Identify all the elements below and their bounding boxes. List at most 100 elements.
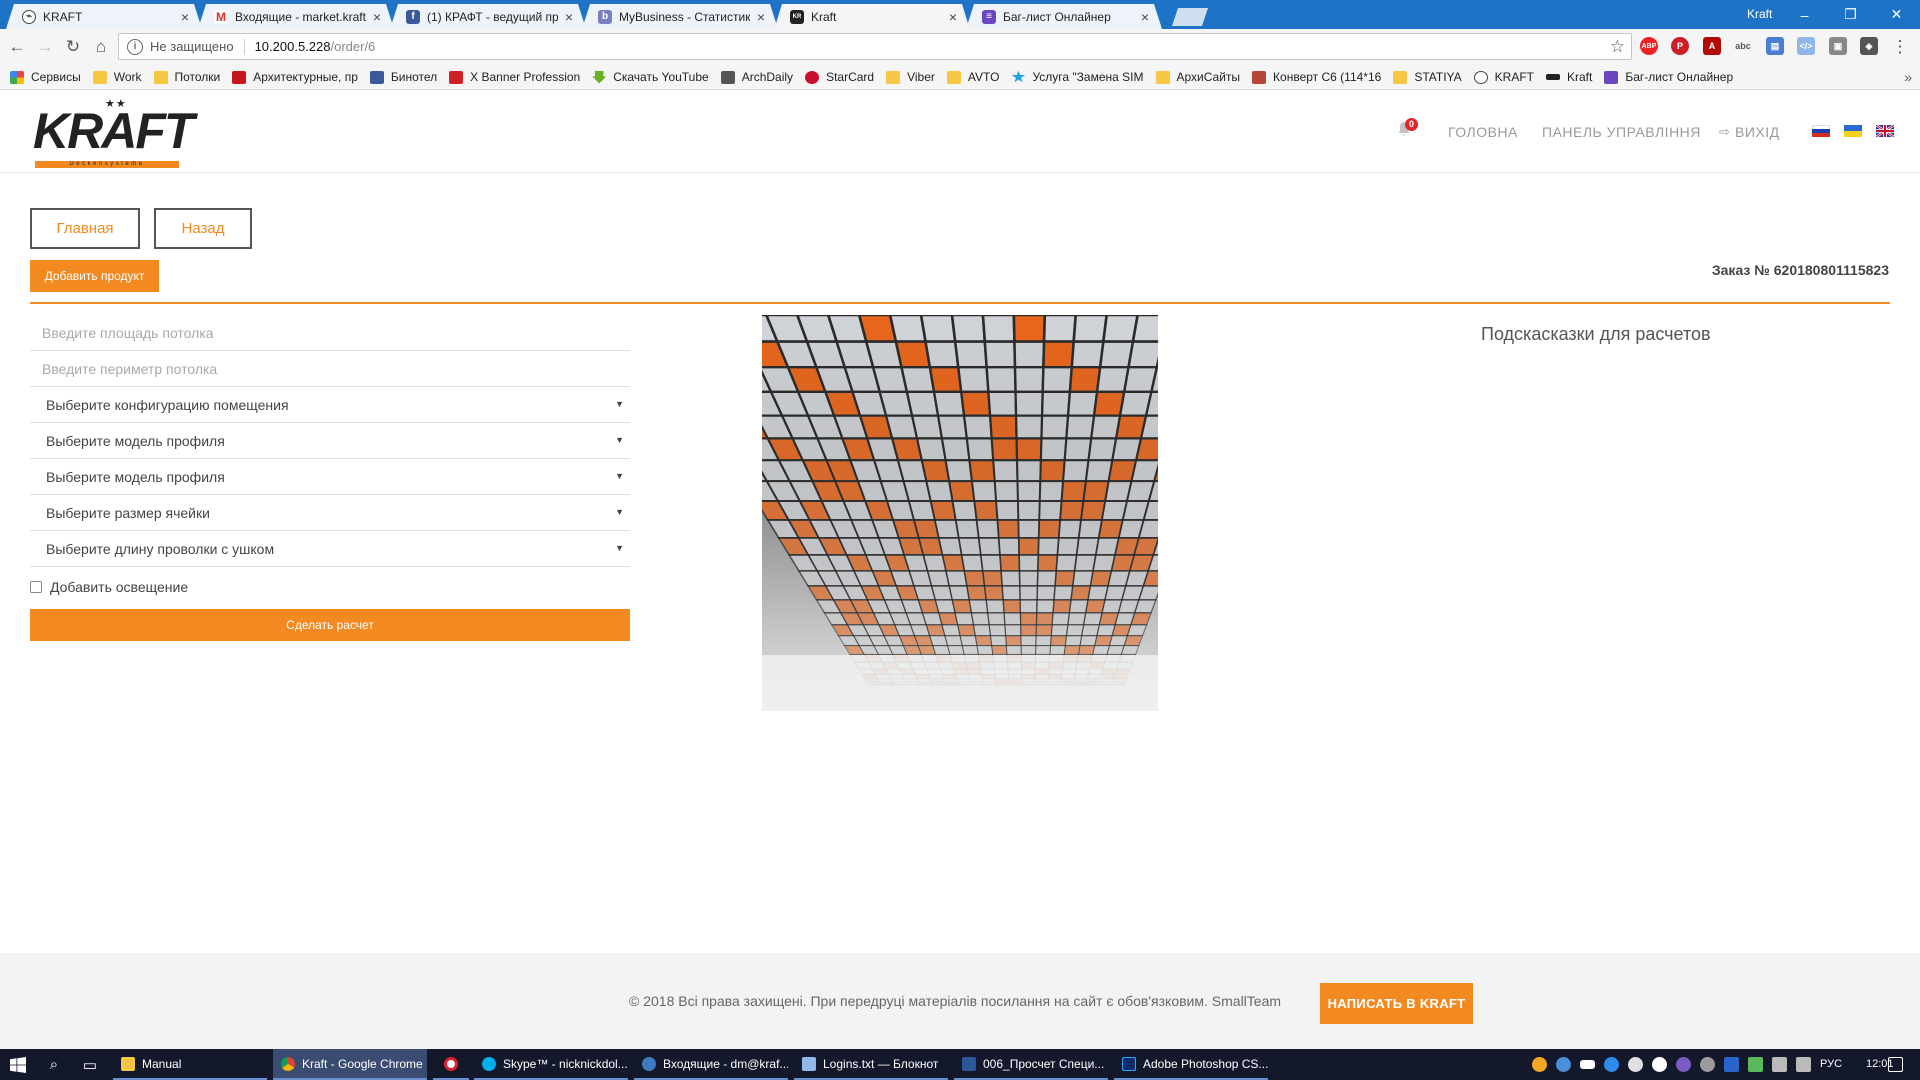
tray-app-icon[interactable]: [1700, 1057, 1715, 1072]
bookmark-item[interactable]: Viber: [886, 70, 935, 84]
taskbar-item-chrome[interactable]: Kraft - Google Chrome: [273, 1049, 427, 1080]
tray-app-icon[interactable]: [1748, 1057, 1763, 1072]
tray-app-icon[interactable]: [1532, 1057, 1547, 1072]
bookmark-item[interactable]: X Banner Profession: [449, 70, 580, 84]
info-icon[interactable]: i: [127, 38, 143, 55]
windows-start-icon[interactable]: [0, 1049, 36, 1080]
pdf-icon[interactable]: A: [1703, 37, 1721, 55]
menu-dots-icon[interactable]: ⋮: [1888, 35, 1912, 59]
taskbar-item-word[interactable]: 006_Просчет Специ...: [954, 1049, 1108, 1080]
chevron-right-icon[interactable]: »: [1904, 69, 1912, 85]
close-icon[interactable]: ×: [946, 9, 960, 25]
tray-app-icon[interactable]: [1724, 1057, 1739, 1072]
viber-icon[interactable]: [1676, 1057, 1691, 1072]
lighting-checkbox[interactable]: [30, 581, 42, 593]
close-icon[interactable]: ×: [1138, 9, 1152, 25]
bookmark-item[interactable]: Конверт С6 (114*16: [1252, 70, 1381, 84]
profile-model-select[interactable]: Выберите модель профиля ▼: [30, 459, 630, 495]
bookmark-item[interactable]: Work: [92, 70, 142, 84]
cell-size-select[interactable]: Выберите размер ячейки ▼: [30, 495, 630, 531]
bookmark-item[interactable]: Баг-лист Онлайнер: [1604, 70, 1733, 84]
network-icon[interactable]: [1772, 1057, 1787, 1072]
taskbar-item-opera[interactable]: [433, 1049, 469, 1080]
back-arrow-icon[interactable]: ←: [5, 35, 29, 59]
taskbar-item-photoshop[interactable]: Adobe Photoshop CS...: [1114, 1049, 1268, 1080]
close-icon[interactable]: ×: [562, 9, 576, 25]
tray-app-icon[interactable]: [1604, 1057, 1619, 1072]
tray-app-icon[interactable]: [1556, 1057, 1571, 1072]
lighting-checkbox-label[interactable]: Добавить освещение: [50, 579, 188, 595]
taskbar-item-manual[interactable]: Manual: [113, 1049, 267, 1080]
bookmark-item[interactable]: StarCard: [805, 70, 874, 84]
new-tab-button[interactable]: [1172, 8, 1208, 26]
restore-icon[interactable]: ❐: [1828, 0, 1873, 29]
flag-ua-icon[interactable]: [1844, 125, 1862, 137]
nav-logout-link[interactable]: ВИХІД: [1735, 124, 1780, 140]
bookmark-star-icon[interactable]: ☆: [1610, 37, 1625, 57]
nav-home-link[interactable]: ГОЛОВНА: [1448, 124, 1518, 140]
close-icon[interactable]: ×: [754, 9, 768, 25]
extension-icon[interactable]: ▤: [1766, 37, 1784, 55]
divider: [243, 38, 245, 55]
browser-tab[interactable]: f (1) КРАФТ - ведущий пр ×: [390, 4, 586, 29]
adblock-icon[interactable]: ABP: [1640, 37, 1658, 55]
bookmark-item[interactable]: Скачать YouTube: [592, 70, 709, 84]
bookmark-item[interactable]: KRAFT: [1473, 70, 1534, 84]
bookmark-item[interactable]: Потолки: [153, 70, 220, 84]
bookmark-item[interactable]: Сервисы: [10, 70, 81, 84]
bookmark-item[interactable]: Бинотел: [369, 70, 437, 84]
back-button[interactable]: Назад: [154, 208, 252, 249]
browser-tab[interactable]: M Входящие - market.kraft ×: [198, 4, 394, 29]
browser-tab-active[interactable]: KR Kraft ×: [774, 4, 970, 30]
browser-tab[interactable]: ⌁ KRAFT ×: [6, 4, 202, 29]
profile-name[interactable]: Kraft: [1747, 7, 1772, 21]
bookmark-item[interactable]: Услуга "Замена SIM: [1011, 70, 1144, 84]
flag-en-icon[interactable]: [1876, 125, 1894, 137]
cloud-icon[interactable]: [1580, 1060, 1595, 1069]
home-icon[interactable]: ⌂: [89, 35, 113, 59]
code-icon[interactable]: </>: [1797, 37, 1815, 55]
reload-icon[interactable]: ↻: [61, 35, 85, 59]
bookmark-item[interactable]: АрхиСайты: [1155, 70, 1240, 84]
minimize-icon[interactable]: –: [1782, 0, 1827, 29]
tray-app-icon[interactable]: [1628, 1057, 1643, 1072]
search-icon[interactable]: ⌕: [36, 1049, 72, 1080]
ceiling-perimeter-input[interactable]: Введите периметр потолка: [30, 351, 630, 387]
security-status[interactable]: Не защищено: [150, 39, 234, 54]
profile-model-select[interactable]: Выберите модель профиля ▼: [30, 423, 630, 459]
home-button[interactable]: Главная: [30, 208, 140, 249]
add-product-button[interactable]: Добавить продукт: [30, 260, 159, 292]
wire-length-select[interactable]: Выберите длину проволки с ушком ▼: [30, 531, 630, 567]
input-language[interactable]: РУС: [1820, 1058, 1842, 1070]
font-icon[interactable]: abc: [1734, 37, 1752, 55]
pinterest-icon[interactable]: P: [1671, 37, 1689, 55]
calculate-button[interactable]: Сделать расчет: [30, 609, 630, 641]
task-view-icon[interactable]: ▭: [72, 1049, 108, 1080]
forward-arrow-icon[interactable]: →: [33, 35, 57, 59]
close-icon[interactable]: ×: [370, 9, 384, 25]
bookmark-item[interactable]: STATIYA: [1393, 70, 1462, 84]
address-bar[interactable]: i Не защищено 10.200.5.228 /order/6 ☆: [118, 33, 1632, 60]
kraft-logo[interactable]: ★★ KRAFT Deckensysteme: [33, 97, 194, 168]
close-icon[interactable]: ×: [178, 9, 192, 25]
notifications-icon[interactable]: [1888, 1057, 1903, 1072]
nav-panel-link[interactable]: ПАНЕЛЬ УПРАВЛІННЯ: [1542, 124, 1701, 140]
info-icon[interactable]: [1652, 1057, 1667, 1072]
ceiling-area-input[interactable]: Введите площадь потолка: [30, 315, 630, 351]
write-to-kraft-button[interactable]: НАПИСАТЬ В KRAFT: [1320, 983, 1473, 1024]
bookmark-item[interactable]: Kraft: [1546, 70, 1592, 84]
browser-tab[interactable]: ≡ Баг-лист Онлайнер ×: [966, 4, 1162, 29]
bookmark-item[interactable]: ArchDaily: [720, 70, 793, 84]
volume-icon[interactable]: [1796, 1057, 1811, 1072]
shield-icon[interactable]: ◈: [1860, 37, 1878, 55]
browser-tab[interactable]: b MyBusiness - Статистика ×: [582, 4, 778, 29]
bookmark-item[interactable]: AVTO: [946, 70, 999, 84]
taskbar-item-skype[interactable]: Skype™ - nicknickdol...: [474, 1049, 628, 1080]
bookmark-item[interactable]: Архитектурные, пр: [232, 70, 358, 84]
close-window-icon[interactable]: ✕: [1874, 0, 1919, 29]
taskbar-item-notepad[interactable]: Logins.txt — Блокнот: [794, 1049, 948, 1080]
taskbar-item-thunderbird[interactable]: Входящие - dm@kraf...: [634, 1049, 788, 1080]
flag-ru-icon[interactable]: [1812, 125, 1830, 137]
extension-icon[interactable]: ▣: [1829, 37, 1847, 55]
room-configuration-select[interactable]: Выберите конфигурацию помещения ▼: [30, 387, 630, 423]
